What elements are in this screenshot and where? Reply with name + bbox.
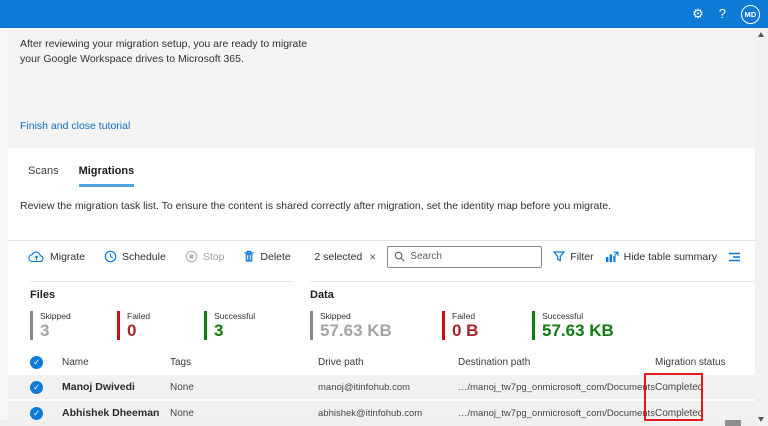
hide-table-summary-label: Hide table summary [624,251,717,263]
migrate-cloud-icon [28,251,45,263]
clear-selection-icon[interactable]: × [369,250,376,264]
data-successful-tile: Successful 57.63 KB [532,311,662,340]
column-header-destination-path[interactable]: Destination path [458,357,655,368]
files-successful-tile: Successful 3 [204,311,291,340]
column-header-migration-status[interactable]: Migration status [655,357,755,368]
table-header-row: ✓ Name Tags Drive path Destination path … [8,352,755,373]
settings-gear-icon[interactable]: ⚙ [692,0,704,28]
data-failed-label: Failed [452,311,532,321]
data-skipped-value: 57.63 KB [320,321,442,340]
finish-tutorial-link[interactable]: Finish and close tutorial [20,120,130,132]
filter-label: Filter [570,251,593,263]
tab-migrations[interactable]: Migrations [79,165,135,187]
files-skipped-value: 3 [40,321,117,340]
migration-task-table: ✓ Name Tags Drive path Destination path … [8,352,755,425]
column-header-tags[interactable]: Tags [170,357,318,368]
row-destination-path: …/manoj_tw7pg_onmicrosoft_com/Documents [458,408,655,419]
search-box [387,246,542,268]
vertical-scrollbar[interactable] [755,28,768,426]
files-failed-tile: Failed 0 [117,311,204,340]
pivot-tabs: Scans Migrations [28,165,134,187]
delete-label: Delete [260,251,290,263]
table-row[interactable]: ✓ Manoj Dwivedi None manoj@itinfohub.com… [8,375,755,399]
stop-label: Stop [203,251,225,263]
delete-trash-icon [243,250,255,263]
row-name: Abhishek Dheeman [62,407,170,419]
row-drive-path: manoj@itinfohub.com [318,382,458,393]
stop-button[interactable]: Stop [185,250,225,263]
files-summary-tiles: Skipped 3 Failed 0 Successful 3 [30,311,292,340]
row-migration-status: Completed [655,408,755,419]
command-bar-right: 2 selected × Filter Hide table summary [314,246,755,268]
account-avatar[interactable]: MD [741,5,760,24]
row-drive-path: abhishek@itinfohub.com [318,408,458,419]
command-bar-left: Migrate Schedule Stop Delete [8,250,291,263]
horizontal-scrollbar[interactable] [0,420,755,426]
data-skipped-label: Skipped [320,311,442,321]
scroll-down-arrow-icon[interactable] [758,417,764,422]
row-checkbox[interactable]: ✓ [30,381,43,394]
migration-manager-page: ⚙ ? MD After reviewing your migration se… [0,0,768,426]
data-skipped-tile: Skipped 57.63 KB [310,311,442,340]
migrate-button[interactable]: Migrate [28,251,85,263]
data-failed-value: 0 B [452,321,532,340]
select-all-checkbox[interactable]: ✓ [30,356,43,369]
stop-icon [185,250,198,263]
tutorial-line-2: your Google Workspace drives to Microsof… [20,52,307,67]
filter-funnel-icon [553,251,565,262]
files-successful-label: Successful [214,311,291,321]
files-summary-section: Files Skipped 3 Failed 0 Successful 3 [30,281,292,340]
filter-button[interactable]: Filter [553,251,593,263]
help-icon[interactable]: ? [719,0,726,28]
files-skipped-tile: Skipped 3 [30,311,117,340]
page-description: Review the migration task list. To ensur… [20,200,611,212]
data-successful-value: 57.63 KB [542,321,662,340]
data-failed-tile: Failed 0 B [442,311,532,340]
data-summary-title: Data [310,289,755,301]
left-gutter [0,28,8,420]
data-summary-section: Data Skipped 57.63 KB Failed 0 B Success… [310,281,755,340]
column-header-drive-path[interactable]: Drive path [318,357,458,368]
row-destination-path: …/manoj_tw7pg_onmicrosoft_com/Documents [458,382,655,393]
suite-header: ⚙ ? MD [0,0,768,28]
horizontal-scroll-thumb[interactable] [725,420,741,426]
view-options-icon[interactable] [728,252,741,262]
hide-table-summary-button[interactable]: Hide table summary [605,251,717,263]
tutorial-text: After reviewing your migration setup, yo… [20,37,307,67]
files-skipped-label: Skipped [40,311,117,321]
files-failed-label: Failed [127,311,204,321]
search-input[interactable] [410,251,535,262]
migrate-label: Migrate [50,251,85,263]
data-summary-tiles: Skipped 57.63 KB Failed 0 B Successful 5… [310,311,755,340]
schedule-button[interactable]: Schedule [104,250,166,263]
tutorial-line-1: After reviewing your migration setup, yo… [20,37,307,52]
column-header-name[interactable]: Name [62,357,170,368]
schedule-label: Schedule [122,251,166,263]
tab-scans[interactable]: Scans [28,165,59,187]
command-bar: Migrate Schedule Stop Delete [8,240,755,272]
files-successful-value: 3 [214,321,291,340]
scroll-up-arrow-icon[interactable] [758,32,764,37]
row-tags: None [170,382,318,393]
row-tags: None [170,408,318,419]
row-name: Manoj Dwivedi [62,381,170,393]
search-icon [394,251,405,262]
data-successful-label: Successful [542,311,662,321]
tutorial-panel: After reviewing your migration setup, yo… [8,28,755,148]
selected-count: 2 selected [314,251,362,263]
files-failed-value: 0 [127,321,204,340]
schedule-clock-icon [104,250,117,263]
row-checkbox[interactable]: ✓ [30,407,43,420]
delete-button[interactable]: Delete [243,250,290,263]
table-summary-icon [605,251,619,263]
row-migration-status: Completed [655,382,755,393]
files-summary-title: Files [30,289,292,301]
